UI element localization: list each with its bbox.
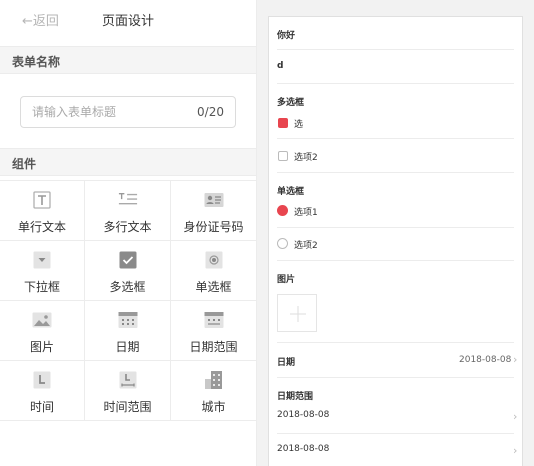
component-label: 多选框 (109, 280, 146, 294)
form-name-section-header: 表单名称 (0, 46, 256, 74)
char-counter: 0/20 (197, 105, 224, 119)
component-label: 日期范围 (189, 340, 238, 354)
component-time-range[interactable]: 时间范围 (85, 361, 171, 421)
component-city[interactable]: 城市 (171, 361, 256, 421)
radio-group-title: 单选框 (277, 187, 305, 197)
date-range-start[interactable]: 2018-08-08 (277, 410, 329, 420)
plus-icon (290, 306, 306, 322)
image-field-title: 图片 (277, 275, 296, 285)
divider (277, 172, 514, 173)
checkbox-group-title: 多选框 (277, 98, 305, 108)
checkbox-checked[interactable] (278, 118, 288, 128)
component-label: 城市 (201, 400, 226, 414)
component-label: 时间范围 (103, 400, 152, 414)
component-date[interactable]: 日期 (85, 301, 171, 361)
page-title: 页面设计 (102, 14, 155, 29)
components-section-title: 组件 (12, 157, 37, 171)
radio-selected[interactable] (277, 205, 288, 216)
component-label: 单选框 (195, 280, 232, 294)
divider (277, 49, 514, 50)
radio-icon (204, 250, 224, 270)
time-icon (32, 370, 52, 390)
radio-option-label: 选项2 (294, 241, 318, 251)
component-label: 图片 (29, 340, 54, 354)
radio-unselected[interactable] (277, 238, 288, 249)
component-label: 时间 (29, 400, 54, 414)
calendar-icon (118, 310, 138, 330)
divider (277, 433, 514, 434)
preview-text-value[interactable]: d (277, 61, 283, 71)
component-date-range[interactable]: 日期范围 (171, 301, 256, 361)
city-icon (204, 370, 224, 390)
component-dropdown[interactable]: 下拉框 (0, 241, 85, 301)
designer-panel: ←返回 页面设计 表单名称 0/20 组件 单行文本 (0, 0, 256, 466)
image-icon (32, 310, 52, 330)
checkbox-option-label: 选 (294, 120, 304, 130)
component-radio[interactable]: 单选框 (171, 241, 256, 301)
date-range-field-title: 日期范围 (277, 392, 314, 402)
divider (277, 138, 514, 139)
component-label: 身份证号码 (183, 220, 244, 234)
chevron-right-icon: › (513, 410, 518, 423)
form-title-input[interactable] (21, 97, 191, 127)
divider (277, 83, 514, 84)
divider (277, 227, 514, 228)
time-range-icon (118, 370, 138, 390)
multi-line-text-icon (118, 190, 138, 210)
top-bar: ←返回 页面设计 (0, 0, 256, 40)
date-value[interactable]: 2018-08-08 (459, 355, 511, 365)
divider (277, 377, 514, 378)
radio-option-label: 选项1 (294, 208, 318, 218)
date-range-icon (204, 310, 224, 330)
component-multi-line-text[interactable]: 多行文本 (85, 181, 171, 241)
chevron-right-icon: › (513, 444, 518, 457)
checkbox-option-label: 选项2 (294, 153, 318, 163)
form-preview: 你好 d 多选框 选 选项2 单选框 选项1 选项2 图片 日期 2018-08… (268, 16, 523, 466)
id-card-icon (204, 190, 224, 210)
chevron-right-icon: › (513, 353, 518, 366)
back-link[interactable]: ←返回 (22, 10, 59, 29)
date-field-title: 日期 (277, 358, 296, 368)
checkbox-unchecked[interactable] (278, 151, 288, 161)
component-label: 日期 (115, 340, 140, 354)
form-name-section-title: 表单名称 (12, 55, 61, 69)
component-palette: 单行文本 多行文本 身份证号码 下拉框 多选框 单选框 图片 日期 日期范围 时… (0, 180, 256, 421)
date-range-end[interactable]: 2018-08-08 (277, 444, 329, 454)
image-upload-box[interactable] (277, 294, 317, 332)
component-image[interactable]: 图片 (0, 301, 85, 361)
component-label: 单行文本 (17, 220, 66, 234)
component-label: 多行文本 (103, 220, 152, 234)
preview-panel: 你好 d 多选框 选 选项2 单选框 选项1 选项2 图片 日期 2018-08… (257, 0, 534, 466)
preview-greeting: 你好 (277, 31, 296, 41)
component-time[interactable]: 时间 (0, 361, 85, 421)
components-section-header: 组件 (0, 148, 256, 176)
page-designer: ←返回 页面设计 表单名称 0/20 组件 单行文本 (0, 0, 534, 466)
divider (277, 342, 514, 343)
single-line-text-icon (32, 190, 52, 210)
component-checkbox[interactable]: 多选框 (85, 241, 171, 301)
component-id-card[interactable]: 身份证号码 (171, 181, 256, 241)
component-label: 下拉框 (23, 280, 60, 294)
component-single-line-text[interactable]: 单行文本 (0, 181, 85, 241)
form-title-field: 0/20 (20, 96, 236, 128)
checkbox-icon (118, 250, 138, 270)
divider (277, 260, 514, 261)
dropdown-icon (32, 250, 52, 270)
